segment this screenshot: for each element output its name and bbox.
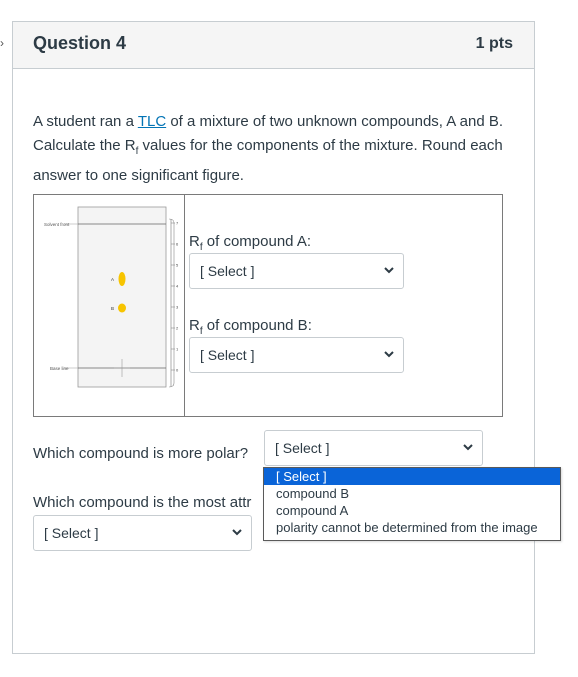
spot-b — [118, 303, 126, 313]
dropdown-option[interactable]: polarity cannot be determined from the i… — [264, 519, 560, 536]
rf-a-select[interactable]: [ Select ] — [189, 253, 404, 289]
spot-a-label: A — [111, 277, 114, 282]
attracted-question-text: Which compound is the most attr — [33, 494, 252, 511]
polar-question-text: Which compound is more polar? — [33, 445, 249, 462]
chevron-down-icon — [463, 444, 473, 451]
tlc-link[interactable]: TLC — [138, 113, 166, 130]
spot-b-label: B — [111, 306, 114, 311]
question-points: 1 pts — [475, 35, 513, 52]
ruler-tick-label: 4 — [176, 284, 179, 289]
dropdown-option[interactable]: [ Select ] — [264, 468, 560, 485]
ruler-tick-label: 1 — [176, 347, 179, 352]
rf-b-select-value: [ Select ] — [200, 347, 255, 363]
question-card: Question 4 1 pts A student ran a TLC of … — [12, 21, 535, 654]
ruler-tick-label: 0 — [176, 368, 179, 373]
ruler-tick-label: 6 — [176, 242, 179, 247]
tlc-answer-table: Solvent front Base line A B 7 6 5 4 3 2 1 0 Rf … — [33, 194, 503, 417]
ruler-tick-label: 2 — [176, 326, 179, 331]
attracted-select-value: [ Select ] — [44, 525, 99, 541]
attracted-select[interactable]: [ Select ] — [33, 515, 252, 551]
question-title: Question 4 — [33, 33, 127, 53]
ruler-tick-label: 3 — [176, 305, 179, 310]
dropdown-option[interactable]: compound A — [264, 502, 560, 519]
rf-b-label: Rf of compound B: — [189, 317, 312, 337]
solvent-front-label: Solvent front — [44, 222, 70, 227]
question-prompt: A student ran a TLC of a mixture of two … — [33, 110, 519, 188]
chevron-down-icon — [232, 529, 242, 536]
spot-a — [118, 272, 126, 286]
ruler-tick-label: 7 — [176, 221, 179, 226]
polar-select[interactable]: [ Select ] — [264, 430, 483, 466]
polar-select-value: [ Select ] — [275, 440, 330, 456]
rf-b-select[interactable]: [ Select ] — [189, 337, 404, 373]
polar-select-dropdown: [ Select ] compound B compound A polarit… — [263, 467, 561, 541]
prompt-text-start: A student ran a — [33, 113, 138, 130]
tlc-plate-image: Solvent front Base line A B 7 6 5 4 3 2 1 0 — [44, 195, 185, 416]
rf-a-select-value: [ Select ] — [200, 263, 255, 279]
question-header: Question 4 1 pts — [13, 22, 534, 69]
dropdown-option[interactable]: compound B — [264, 485, 560, 502]
chevron-down-icon — [384, 267, 394, 274]
chevron-down-icon — [384, 351, 394, 358]
collapse-arrow-icon: › — [0, 36, 4, 50]
base-line-label: Base line — [50, 366, 69, 371]
rf-a-label: Rf of compound A: — [189, 233, 312, 253]
ruler-tick-label: 5 — [176, 263, 179, 268]
ruler-ticks: 7 6 5 4 3 2 1 0 — [171, 221, 179, 373]
